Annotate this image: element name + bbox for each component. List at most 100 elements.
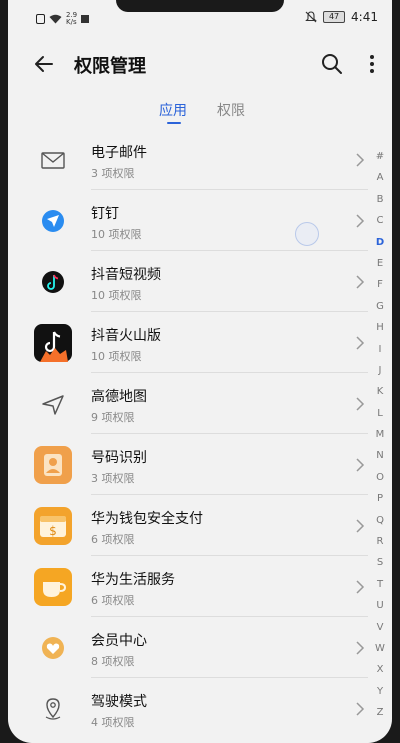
index-letter[interactable]: B (372, 189, 388, 210)
list-item-member-center[interactable]: 会员中心 8 项权限 (8, 618, 392, 678)
index-letter[interactable]: R (372, 531, 388, 552)
driving-mode-icon (45, 698, 61, 720)
more-vertical-icon[interactable] (366, 52, 378, 76)
list-item-huawei-wallet[interactable]: $ 华为钱包安全支付 6 项权限 (8, 496, 392, 556)
huawei-wallet-icon: $ (34, 507, 72, 545)
permission-count: 3 项权限 (91, 472, 135, 485)
member-center-icon (42, 637, 64, 659)
tab-apps[interactable]: 应用 (159, 100, 187, 120)
index-letter[interactable]: A (372, 167, 388, 188)
index-letter[interactable]: D (372, 232, 388, 253)
net-speed: 2.9 K/s (66, 11, 78, 26)
index-letter[interactable]: Y (372, 681, 388, 702)
chevron-right-icon (356, 336, 365, 350)
svg-text:$: $ (49, 524, 57, 538)
list-item-amap[interactable]: 高德地图 9 项权限 (8, 374, 392, 434)
app-name: 华为生活服务 (91, 572, 175, 588)
back-arrow-icon[interactable] (32, 52, 56, 76)
app-name: 电子邮件 (91, 145, 147, 161)
permission-count: 10 项权限 (91, 289, 142, 302)
permission-count: 6 项权限 (91, 594, 135, 607)
app-name: 会员中心 (91, 633, 147, 649)
index-letter[interactable]: Z (372, 702, 388, 723)
index-letter[interactable]: P (372, 488, 388, 509)
chevron-right-icon (356, 519, 365, 533)
permission-count: 10 项权限 (91, 228, 142, 241)
divider (91, 311, 368, 312)
permission-count: 8 项权限 (91, 655, 135, 668)
list-item-email[interactable]: 电子邮件 3 项权限 (8, 130, 392, 190)
app-bar: 权限管理 (8, 40, 392, 88)
divider (91, 433, 368, 434)
index-letter[interactable]: E (372, 253, 388, 274)
sim-icon (36, 14, 45, 24)
divider (91, 494, 368, 495)
index-letter[interactable]: H (372, 317, 388, 338)
douyin-icon (42, 271, 64, 293)
divider (91, 372, 368, 373)
app-name: 华为钱包安全支付 (91, 511, 203, 527)
index-letter[interactable]: O (372, 467, 388, 488)
dingtalk-icon (42, 210, 64, 232)
index-letter[interactable]: X (372, 659, 388, 680)
app-name: 钉钉 (91, 206, 119, 222)
index-letter[interactable]: J (372, 360, 388, 381)
chevron-right-icon (356, 397, 365, 411)
divider (91, 677, 368, 678)
list-item-douyin[interactable]: 抖音短视频 10 项权限 (8, 252, 392, 312)
phone-screen: 2.9 K/s 47 4:41 权限管理 应用 权限 电子邮件 3 项权限 钉钉… (8, 0, 392, 743)
chevron-right-icon (356, 702, 365, 716)
permission-count: 3 项权限 (91, 167, 135, 180)
mail-icon (41, 152, 65, 169)
tab-indicator (167, 122, 181, 124)
mute-bell-icon (305, 11, 317, 23)
wifi-icon (49, 14, 62, 24)
chevron-right-icon (356, 214, 365, 228)
list-item-driving-mode[interactable]: 驾驶模式 4 项权限 (8, 679, 392, 739)
app-name: 驾驶模式 (91, 694, 147, 710)
tab-bar: 应用 权限 (8, 96, 392, 126)
caller-id-icon (34, 446, 72, 484)
index-letter[interactable]: U (372, 595, 388, 616)
page-title: 权限管理 (74, 56, 146, 77)
touch-indicator (295, 222, 319, 246)
notification-icon (81, 15, 90, 23)
douyin-huoshan-icon (34, 324, 72, 362)
index-letter[interactable]: K (372, 381, 388, 402)
list-item-caller-id[interactable]: 号码识别 3 项权限 (8, 435, 392, 495)
list-item-douyin-huoshan[interactable]: 抖音火山版 10 项权限 (8, 313, 392, 373)
index-letter[interactable]: S (372, 552, 388, 573)
search-icon[interactable] (320, 52, 344, 76)
chevron-right-icon (356, 153, 365, 167)
divider (91, 189, 368, 190)
app-name: 高德地图 (91, 389, 147, 405)
index-letter[interactable]: G (372, 296, 388, 317)
status-bar: 2.9 K/s 47 4:41 (8, 0, 392, 30)
index-letter[interactable]: # (372, 146, 388, 167)
index-letter[interactable]: I (372, 339, 388, 360)
clock: 4:41 (351, 10, 378, 24)
index-letter[interactable]: N (372, 445, 388, 466)
index-letter[interactable]: L (372, 403, 388, 424)
list-item-huawei-life[interactable]: 华为生活服务 6 项权限 (8, 557, 392, 617)
divider (91, 555, 368, 556)
index-letter[interactable]: V (372, 617, 388, 638)
permission-count: 9 项权限 (91, 411, 135, 424)
amap-icon (42, 395, 64, 415)
list-item-dingtalk[interactable]: 钉钉 10 项权限 (8, 191, 392, 251)
index-letter[interactable]: Q (372, 510, 388, 531)
index-letter[interactable]: M (372, 424, 388, 445)
index-letter[interactable]: W (372, 638, 388, 659)
alphabet-index-bar[interactable]: # A B C D E F G H I J K L M N O P Q R S T U V W X Y Z (372, 146, 388, 724)
huawei-life-icon (34, 568, 72, 606)
tab-permissions[interactable]: 权限 (217, 100, 245, 120)
app-name: 抖音短视频 (91, 267, 161, 283)
index-letter[interactable]: T (372, 574, 388, 595)
index-letter[interactable]: F (372, 274, 388, 295)
chevron-right-icon (356, 275, 365, 289)
chevron-right-icon (356, 458, 365, 472)
battery-indicator: 47 (323, 11, 346, 23)
app-name: 抖音火山版 (91, 328, 161, 344)
index-letter[interactable]: C (372, 210, 388, 231)
divider (91, 250, 368, 251)
